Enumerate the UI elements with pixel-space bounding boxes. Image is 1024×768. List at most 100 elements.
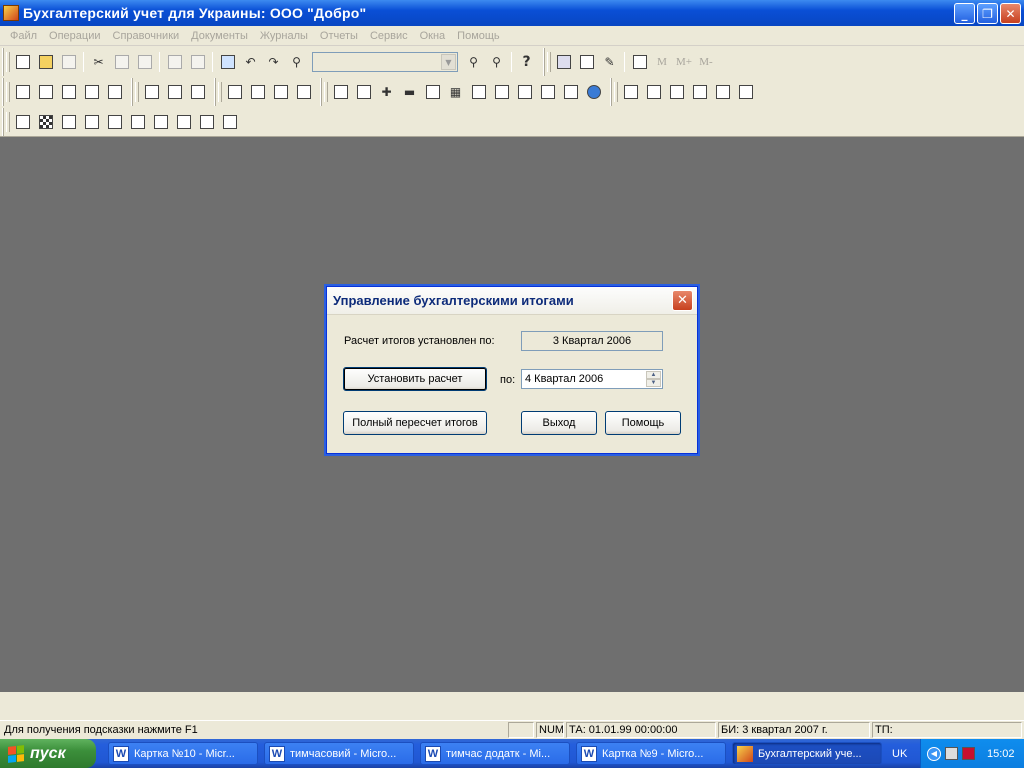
page-icon[interactable] (103, 111, 126, 133)
chevron-down-icon[interactable]: ▼ (441, 54, 456, 70)
globe-icon[interactable] (582, 81, 605, 103)
new-document-icon[interactable] (11, 51, 34, 73)
close-window-button[interactable]: ✕ (1000, 3, 1021, 24)
currency-icon[interactable] (34, 81, 57, 103)
persons-icon[interactable] (163, 81, 186, 103)
printer-tray-icon[interactable] (945, 747, 958, 760)
menu-file[interactable]: Файл (4, 30, 43, 42)
start-button[interactable]: пуск (0, 739, 96, 768)
menu-directories[interactable]: Справочники (107, 30, 186, 42)
sort-down-icon[interactable] (513, 81, 536, 103)
journal-icon[interactable] (223, 81, 246, 103)
constants-icon[interactable] (103, 81, 126, 103)
report-c-icon[interactable] (711, 81, 734, 103)
sheet-icon[interactable] (57, 111, 80, 133)
search-combo[interactable]: ▼ (312, 52, 458, 72)
undo-icon[interactable]: ↶ (239, 51, 262, 73)
chart-of-accounts-icon[interactable] (11, 81, 34, 103)
copy-operation-icon[interactable] (352, 81, 375, 103)
cashbox-icon[interactable] (559, 81, 582, 103)
restore-button[interactable]: ❐ (977, 3, 998, 24)
totals-dialog: Управление бухгалтерскими итогами ✕ Расч… (326, 286, 698, 454)
open-folder-icon[interactable] (34, 51, 57, 73)
employees-icon[interactable] (57, 81, 80, 103)
task-timchasovyi[interactable]: Wтимчасовий - Micro... (264, 742, 414, 765)
replace-icon[interactable]: ⚲ (485, 51, 508, 73)
exit-button[interactable]: Выход (521, 411, 597, 435)
task-accounting-app[interactable]: Бухгалтерский уче... (732, 742, 882, 765)
invoice-icon[interactable] (246, 81, 269, 103)
print-icon[interactable] (163, 51, 186, 73)
grid-icon[interactable]: ▦ (444, 81, 467, 103)
add-entry-icon[interactable]: ✚ (375, 81, 398, 103)
users-icon[interactable] (642, 81, 665, 103)
sheet-box-icon[interactable] (172, 111, 195, 133)
language-indicator[interactable]: UK (892, 748, 907, 760)
tray-expand-icon[interactable]: ◀ (927, 746, 941, 761)
memory-plus-button[interactable]: M+ (673, 51, 695, 73)
task-timchas-dodatk[interactable]: Wтимчас додатк - Mi... (420, 742, 570, 765)
task-label: тимчас додатк - Mi... (446, 747, 551, 760)
memory-minus-button[interactable]: M- (695, 51, 717, 73)
report-a-icon[interactable] (665, 81, 688, 103)
menu-documents[interactable]: Документы (185, 30, 254, 42)
tools-icon[interactable] (467, 81, 490, 103)
menu-service[interactable]: Сервис (364, 30, 414, 42)
calendar-icon[interactable] (216, 51, 239, 73)
full-recalc-button[interactable]: Полный пересчет итогов (343, 411, 487, 435)
memory-m-button[interactable]: M (651, 51, 673, 73)
sort-up-icon[interactable] (490, 81, 513, 103)
spin-up-icon[interactable]: ▲ (646, 371, 661, 379)
sheet-t-icon[interactable] (195, 111, 218, 133)
menu-help[interactable]: Помощь (451, 30, 506, 42)
clock[interactable]: 15:02 (987, 748, 1015, 760)
report-d-icon[interactable] (734, 81, 757, 103)
spin-down-icon[interactable]: ▼ (646, 379, 661, 387)
checker-icon[interactable] (34, 111, 57, 133)
goods-icon[interactable] (80, 81, 103, 103)
menu-windows[interactable]: Окна (414, 30, 452, 42)
text-t-icon[interactable] (126, 111, 149, 133)
sheet-lines-icon[interactable] (80, 111, 103, 133)
app-title-bar: Бухгалтерский учет для Украины: ООО "Доб… (0, 0, 1024, 26)
paste-icon[interactable] (133, 51, 156, 73)
waybill-icon[interactable] (269, 81, 292, 103)
help-button[interactable]: Помощь (605, 411, 681, 435)
word-icon: W (113, 745, 129, 762)
report-b-icon[interactable] (688, 81, 711, 103)
cut-icon[interactable]: ✂ (87, 51, 110, 73)
book-icon[interactable] (628, 51, 651, 73)
redo-icon[interactable]: ↷ (262, 51, 285, 73)
find-icon[interactable]: ⚲ (285, 51, 308, 73)
text-ta-icon[interactable] (149, 111, 172, 133)
find-next-icon[interactable]: ⚲ (462, 51, 485, 73)
task-kartka-10[interactable]: W Картка №10 - Micr... (108, 742, 258, 765)
save-icon[interactable] (57, 51, 80, 73)
print-preview-icon[interactable] (186, 51, 209, 73)
menu-journals[interactable]: Журналы (254, 30, 314, 42)
dialog-close-button[interactable]: ✕ (672, 290, 693, 311)
rates-icon[interactable] (186, 81, 209, 103)
period-spinner[interactable]: ▲ ▼ (646, 371, 661, 387)
kaspersky-icon[interactable] (962, 747, 975, 760)
calculator-icon[interactable] (552, 51, 575, 73)
to-period-input[interactable]: 4 Квартал 2006 ▲ ▼ (521, 369, 663, 389)
document-list-icon[interactable] (140, 81, 163, 103)
split-icon[interactable] (421, 81, 444, 103)
calendar-grid-icon[interactable] (575, 51, 598, 73)
context-help-icon[interactable]: ? (515, 51, 538, 73)
minimize-button[interactable]: _ (954, 3, 975, 24)
copy-icon[interactable] (110, 51, 133, 73)
menu-reports[interactable]: Отчеты (314, 30, 364, 42)
menu-operations[interactable]: Операции (43, 30, 106, 42)
operations-journal-icon[interactable] (329, 81, 352, 103)
stack-icon[interactable] (536, 81, 559, 103)
table-icon[interactable] (11, 111, 34, 133)
payment-icon[interactable] (292, 81, 315, 103)
bar-chart-icon[interactable] (218, 111, 241, 133)
edit-pencil-icon[interactable]: ✎ (598, 51, 621, 73)
task-kartka-9[interactable]: W Картка №9 - Micro... (576, 742, 726, 765)
balance-icon[interactable] (619, 81, 642, 103)
remove-entry-icon[interactable]: ▬ (398, 81, 421, 103)
set-calc-button[interactable]: Установить расчет (343, 367, 487, 391)
